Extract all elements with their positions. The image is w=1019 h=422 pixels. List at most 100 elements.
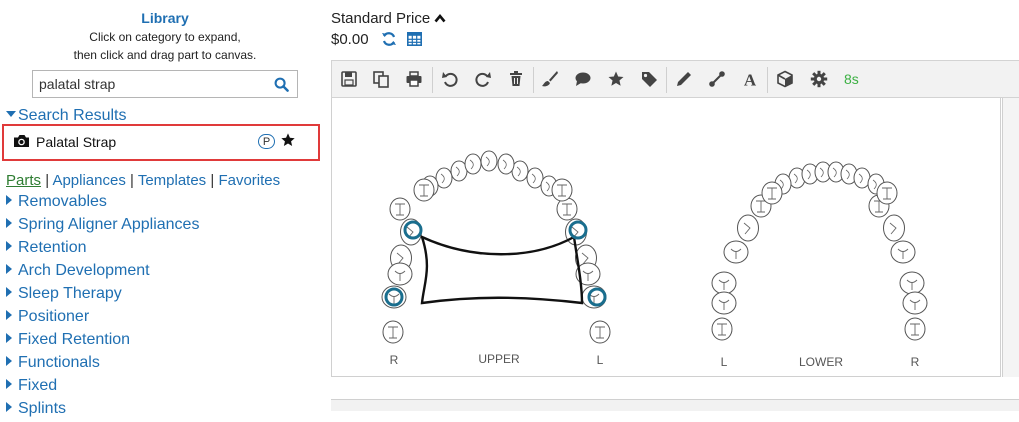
category-item[interactable]: Fixed Retention	[6, 330, 199, 353]
price-value: $0.00	[331, 31, 369, 48]
tooth	[723, 240, 749, 264]
category-item[interactable]: Removables	[6, 192, 199, 215]
pencil-icon[interactable]	[675, 70, 693, 88]
caret-right-icon	[6, 195, 12, 205]
caret-down-icon	[6, 111, 16, 117]
tooth	[761, 181, 783, 205]
toolbar-divider	[767, 67, 768, 93]
tooth	[902, 291, 928, 315]
lower-right-label: R	[911, 355, 920, 369]
tooth	[711, 317, 733, 341]
upper-left-label: R	[390, 353, 399, 367]
tab-parts[interactable]: Parts	[6, 172, 41, 189]
brush-icon[interactable]	[541, 70, 559, 88]
category-label: Positioner	[18, 308, 90, 325]
tooth	[551, 178, 573, 202]
category-label: Spring Aligner Appliances	[18, 216, 200, 233]
caret-right-icon	[6, 402, 12, 412]
tooth	[413, 178, 435, 202]
tooth	[711, 291, 737, 315]
cube-icon[interactable]	[776, 70, 794, 88]
toolbar-divider	[432, 67, 433, 93]
tooth	[711, 271, 737, 295]
category-item[interactable]: Spring Aligner Appliances	[6, 215, 199, 238]
category-list: Removables Spring Aligner Appliances Ret…	[6, 192, 199, 422]
category-item[interactable]: Fixed	[6, 376, 199, 399]
caret-right-icon	[6, 333, 12, 343]
result-label: Palatal Strap	[36, 134, 117, 150]
tooth	[876, 181, 898, 205]
category-item[interactable]: Arch Development	[6, 261, 199, 284]
tag-icon[interactable]	[640, 70, 658, 88]
price-title: Standard Price	[331, 10, 431, 27]
lower-left-label: L	[721, 355, 728, 369]
toolbar-divider	[533, 67, 534, 93]
category-label: Arch Development	[18, 262, 150, 279]
price-toggle[interactable]: Standard Price	[331, 10, 446, 27]
tooth	[480, 150, 498, 172]
tab-appliances[interactable]: Appliances	[52, 172, 125, 189]
camera-icon	[14, 135, 29, 147]
library-instruction-2: then click and drag part to canvas.	[73, 48, 257, 62]
palatal-strap[interactable]	[420, 234, 584, 305]
redo-icon[interactable]	[474, 70, 492, 88]
tooth	[387, 262, 413, 286]
tooth	[464, 153, 482, 175]
properties-panel-edge[interactable]	[1002, 98, 1019, 377]
tooth	[497, 153, 515, 175]
bottom-panel-edge	[331, 399, 1019, 411]
print-icon[interactable]	[405, 70, 423, 88]
delete-icon[interactable]	[507, 70, 525, 88]
copy-icon[interactable]	[372, 70, 390, 88]
tooth	[737, 214, 759, 242]
tooth	[589, 320, 611, 344]
text-icon[interactable]: A	[741, 70, 759, 89]
search-results-label: Search Results	[18, 107, 127, 124]
tooth	[883, 214, 905, 242]
table-icon[interactable]	[407, 32, 422, 46]
star-icon[interactable]	[607, 70, 625, 88]
caret-right-icon	[6, 264, 12, 274]
library-instruction-1: Click on category to expand,	[89, 30, 241, 44]
category-label: Retention	[18, 239, 87, 256]
tab-separator: |	[130, 172, 134, 189]
lower-arch-label: LOWER	[799, 355, 843, 369]
tooth	[389, 197, 411, 221]
category-item[interactable]: Positioner	[6, 307, 199, 330]
caret-right-icon	[6, 287, 12, 297]
comment-icon[interactable]	[574, 70, 592, 88]
search-results-toggle[interactable]: Search Results	[6, 107, 127, 125]
upper-arch-label: UPPER	[478, 352, 520, 366]
timer-text: 8s	[844, 71, 859, 87]
library-search	[32, 70, 298, 98]
arch-diagram: R UPPER L L LOWER R	[381, 150, 928, 369]
design-canvas[interactable]: R UPPER L L LOWER R	[331, 98, 1001, 377]
search-result-item[interactable]: Palatal Strap P	[2, 124, 320, 161]
lower-arch: L LOWER R	[711, 161, 928, 369]
category-item[interactable]: Retention	[6, 238, 199, 261]
refresh-icon[interactable]	[381, 31, 397, 47]
category-item[interactable]: Sleep Therapy	[6, 284, 199, 307]
search-input[interactable]	[39, 74, 264, 94]
gear-icon[interactable]	[810, 70, 828, 88]
tooth	[899, 271, 925, 295]
undo-icon[interactable]	[441, 70, 459, 88]
caret-right-icon	[6, 218, 12, 228]
connector-icon[interactable]	[708, 70, 726, 88]
caret-right-icon	[6, 241, 12, 251]
caret-right-icon	[6, 379, 12, 389]
tab-favorites[interactable]: Favorites	[218, 172, 280, 189]
category-item[interactable]: Functionals	[6, 353, 199, 376]
search-icon[interactable]	[274, 77, 289, 92]
library-tabs: Parts | Appliances | Templates | Favorit…	[6, 172, 280, 189]
category-label: Sleep Therapy	[18, 285, 122, 302]
tooth	[904, 317, 926, 341]
save-icon[interactable]	[340, 70, 358, 88]
tab-templates[interactable]: Templates	[138, 172, 206, 189]
chevron-up-icon	[434, 13, 446, 23]
favorite-star-icon[interactable]	[280, 132, 296, 148]
category-label: Removables	[18, 193, 107, 210]
category-item[interactable]: Splints	[6, 399, 199, 422]
tooth	[382, 320, 404, 344]
svg-text:A: A	[744, 71, 757, 89]
